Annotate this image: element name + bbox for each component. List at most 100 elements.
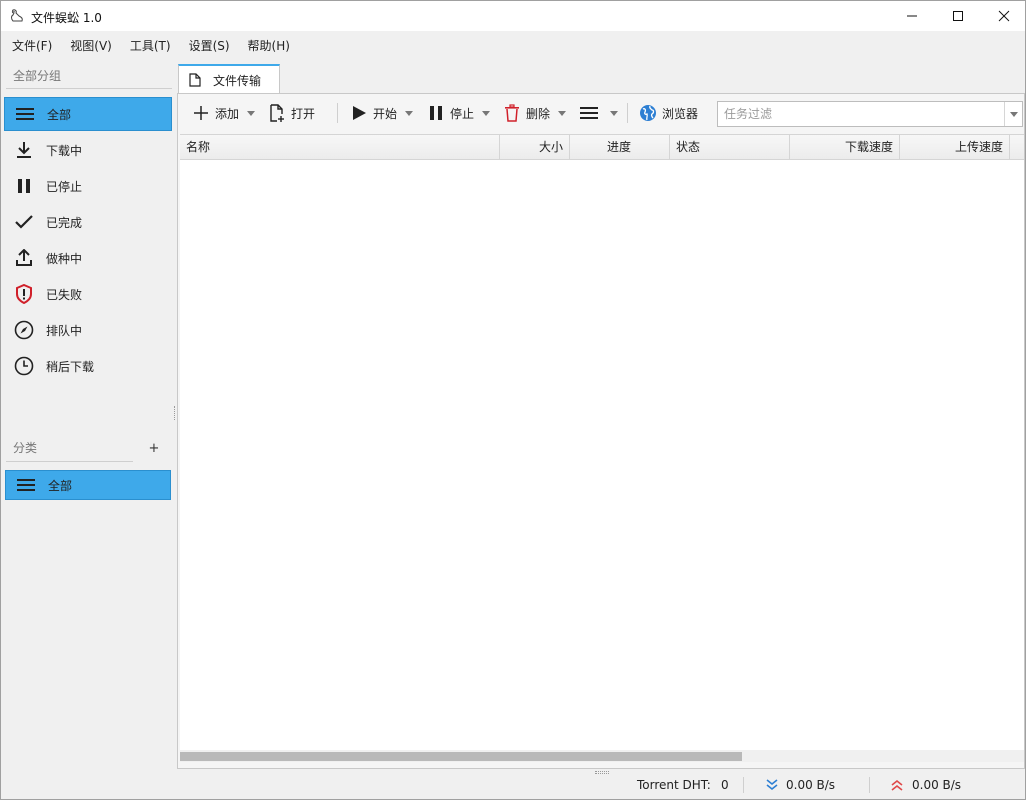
category-item-all[interactable]: 全部: [5, 470, 171, 500]
menu-file[interactable]: 文件(F): [1, 34, 59, 56]
check-icon: [12, 210, 36, 234]
filter-dropdown-button[interactable]: [1004, 102, 1022, 126]
upload-speed: 0.00 B/s: [912, 778, 962, 792]
sidebar-item-label: 稍后下载: [46, 359, 95, 374]
delete-dropdown-icon[interactable]: [558, 110, 567, 116]
app-logo-icon: [9, 8, 25, 24]
category-divider: [6, 461, 133, 462]
sidebar-item-failed[interactable]: 已失败: [4, 277, 172, 311]
group-divider: [6, 88, 172, 89]
delete-label: 删除: [526, 106, 551, 121]
sidebar-item-label: 已失败: [46, 287, 83, 302]
menu-view[interactable]: 视图(V): [59, 34, 119, 56]
list-icon: [13, 102, 37, 126]
compass-icon: [12, 318, 36, 342]
horizontal-scrollbar[interactable]: [180, 750, 1024, 762]
window-title: 文件蜈蚣 1.0: [31, 11, 102, 25]
delete-button[interactable]: 删除: [503, 102, 567, 124]
sidebar-item-stopped[interactable]: 已停止: [4, 169, 172, 203]
column-name[interactable]: 名称: [180, 135, 500, 159]
trash-icon: [503, 104, 521, 122]
scrollbar-thumb[interactable]: [180, 752, 742, 761]
download-icon: [12, 138, 36, 162]
add-label: 添加: [215, 106, 240, 121]
open-button[interactable]: 打开: [268, 102, 315, 124]
sidebar-item-completed[interactable]: 已完成: [4, 205, 172, 239]
resize-grip[interactable]: [595, 771, 609, 774]
task-filter: [717, 101, 1023, 127]
column-status[interactable]: 状态: [670, 135, 790, 159]
alert-shield-icon: [12, 282, 36, 306]
title-bar[interactable]: 文件蜈蚣 1.0: [1, 1, 1025, 31]
status-divider: [869, 777, 870, 793]
column-progress[interactable]: 进度: [570, 135, 670, 159]
menu-tools[interactable]: 工具(T): [119, 34, 178, 56]
play-icon: [350, 104, 368, 122]
dht-label: Torrent DHT:: [637, 778, 711, 792]
clock-icon: [12, 354, 36, 378]
toolbar: 添加 打开 开始 停止 删除 浏览器 任务过滤: [178, 94, 1024, 132]
more-dropdown-icon[interactable]: [610, 110, 618, 116]
group-title: 全部分组: [13, 69, 62, 83]
stop-dropdown-icon[interactable]: [482, 110, 491, 116]
add-button[interactable]: 添加: [192, 102, 256, 124]
sidebar-item-label: 已停止: [46, 179, 83, 194]
sidebar-item-label: 已完成: [46, 215, 83, 230]
sidebar-splitter[interactable]: [174, 406, 176, 420]
sidebar-item-label: 排队中: [46, 323, 83, 338]
tab-label: 文件传输: [213, 73, 262, 88]
sidebar-item-label: 全部: [47, 107, 72, 122]
category-title: 分类: [13, 441, 38, 455]
toolbar-separator: [627, 103, 628, 123]
sidebar-item-seeding[interactable]: 做种中: [4, 241, 172, 275]
sidebar-item-all[interactable]: 全部: [4, 97, 172, 131]
open-label: 打开: [291, 106, 316, 121]
sidebar-item-label: 做种中: [46, 251, 83, 266]
minimize-button[interactable]: [889, 1, 935, 31]
sidebar-item-later[interactable]: 稍后下载: [4, 349, 172, 383]
more-menu-button[interactable]: [580, 102, 618, 124]
column-download-speed[interactable]: 下载速度: [790, 135, 900, 159]
pause-icon: [12, 174, 36, 198]
close-button[interactable]: [981, 1, 1026, 31]
add-category-button[interactable]: +: [147, 442, 161, 456]
sidebar: 全部分组 全部 下载中 已停止 已完成 做种中 已失败 排队中 稍后下载 分类 …: [1, 57, 177, 800]
open-file-icon: [268, 104, 286, 122]
pause-icon: [427, 104, 445, 122]
column-upload-speed[interactable]: 上传速度: [900, 135, 1010, 159]
menu-settings[interactable]: 设置(S): [178, 34, 237, 56]
stop-label: 停止: [450, 106, 475, 121]
upload-speed-icon: [890, 778, 904, 792]
stop-button[interactable]: 停止: [427, 102, 491, 124]
download-speed-icon: [765, 778, 779, 792]
table-header: 名称 大小 进度 状态 下载速度 上传速度: [180, 135, 1024, 160]
browser-button[interactable]: 浏览器: [639, 102, 698, 124]
menu-bar: 文件(F) 视图(V) 工具(T) 设置(S) 帮助(H): [1, 34, 1025, 56]
start-dropdown-icon[interactable]: [405, 110, 414, 116]
maximize-icon: [953, 11, 963, 21]
transfer-panel: 添加 打开 开始 停止 删除 浏览器 任务过滤 名称 大小 进度 状态 下载速度…: [177, 93, 1025, 769]
maximize-button[interactable]: [935, 1, 981, 31]
file-icon: [189, 73, 203, 87]
sidebar-item-queued[interactable]: 排队中: [4, 313, 172, 347]
menu-help[interactable]: 帮助(H): [237, 34, 297, 56]
category-item-label: 全部: [48, 478, 73, 493]
status-bar: Torrent DHT: 0 0.00 B/s 0.00 B/s: [177, 771, 1025, 799]
transfer-table: 名称 大小 进度 状态 下载速度 上传速度: [180, 134, 1024, 762]
start-button[interactable]: 开始: [350, 102, 414, 124]
start-label: 开始: [373, 106, 398, 121]
add-dropdown-icon[interactable]: [247, 110, 256, 116]
toolbar-separator: [337, 103, 338, 123]
browser-label: 浏览器: [662, 106, 699, 121]
chevron-down-icon: [1009, 111, 1018, 117]
status-divider: [743, 777, 744, 793]
plus-icon: [192, 104, 210, 122]
globe-icon: [639, 104, 657, 122]
close-icon: [998, 10, 1010, 22]
task-filter-input[interactable]: [718, 103, 1002, 125]
app-window: 文件蜈蚣 1.0 文件(F) 视图(V) 工具(T) 设置(S) 帮助(H) 全…: [0, 0, 1026, 800]
column-size[interactable]: 大小: [500, 135, 570, 159]
tab-file-transfer[interactable]: 文件传输: [178, 64, 280, 94]
download-speed: 0.00 B/s: [786, 778, 836, 792]
sidebar-item-downloading[interactable]: 下载中: [4, 133, 172, 167]
